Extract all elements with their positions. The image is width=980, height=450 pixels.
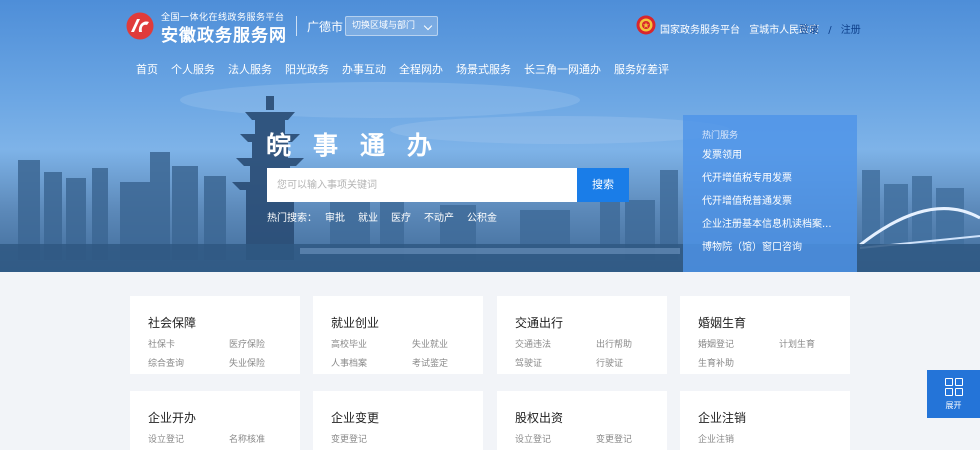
hot-search: 热门搜索： 审批 就业 医疗 不动产 公积金: [267, 209, 510, 224]
card-link[interactable]: 企业注销: [698, 432, 779, 445]
card-link[interactable]: 设立登记: [148, 432, 229, 445]
card-link[interactable]: 综合查询: [148, 356, 229, 369]
nav-item-home[interactable]: 首页: [136, 61, 158, 77]
nav-item-personal[interactable]: 个人服务: [171, 61, 215, 77]
card-link[interactable]: 名称核准: [229, 432, 299, 445]
card-link[interactable]: 驾驶证: [515, 356, 596, 369]
hot-service-item[interactable]: 博物院（馆）窗口咨询: [702, 236, 857, 259]
current-city: 广德市: [307, 20, 344, 34]
site-header: 全国一体化在线政务服务平台 安徽政务服务网 广德市 切换区域与部门 国家政务服务…: [0, 0, 980, 46]
card-business-start[interactable]: 企业开办 设立登记 名称核准: [130, 391, 300, 450]
card-link[interactable]: 高校毕业: [331, 337, 412, 350]
hot-service-item[interactable]: 企业注册基本信息机读档案...: [702, 213, 857, 236]
card-link[interactable]: 出行帮助: [596, 337, 666, 350]
card-transport[interactable]: 交通出行 交通违法 出行帮助 驾驶证 行驶证: [497, 296, 667, 374]
hot-term-approval[interactable]: 审批: [325, 209, 345, 224]
card-link[interactable]: 失业就业: [412, 337, 482, 350]
card-title[interactable]: 社会保障: [148, 314, 300, 331]
nav-item-online[interactable]: 全程网办: [399, 61, 443, 77]
card-equity[interactable]: 股权出资 设立登记 变更登记: [497, 391, 667, 450]
hot-term-real-estate[interactable]: 不动产: [424, 209, 454, 224]
card-title[interactable]: 就业创业: [331, 314, 483, 331]
card-business-change[interactable]: 企业变更 变更登记: [313, 391, 483, 450]
card-title[interactable]: 交通出行: [515, 314, 667, 331]
hero-slogan: 皖事通办: [266, 131, 455, 160]
nav-item-open-gov[interactable]: 阳光政务: [285, 61, 329, 77]
nav-item-yangtze-delta[interactable]: 长三角一网通办: [524, 61, 601, 77]
expand-label: 展开: [945, 401, 962, 410]
header-divider: [296, 16, 297, 36]
auth-separator: /: [828, 25, 832, 36]
card-title[interactable]: 股权出资: [515, 409, 667, 426]
card-social-security[interactable]: 社会保障 社保卡 医疗保险 综合查询 失业保险: [130, 296, 300, 374]
search-input[interactable]: [267, 168, 577, 202]
chevron-down-icon: [423, 21, 433, 31]
card-employment[interactable]: 就业创业 高校毕业 失业就业 人事档案 考试鉴定: [313, 296, 483, 374]
card-link[interactable]: 设立登记: [515, 432, 596, 445]
card-link[interactable]: 变更登记: [596, 432, 666, 445]
anhui-gov-logo-icon[interactable]: [124, 12, 156, 40]
search-button[interactable]: 搜索: [577, 168, 629, 202]
auth-links: 登录 / 注册: [799, 21, 867, 36]
expand-float-button[interactable]: 展开: [927, 370, 980, 418]
login-link[interactable]: 登录: [799, 25, 819, 36]
link-national-platform[interactable]: 国家政务服务平台: [660, 25, 740, 36]
card-link[interactable]: 生育补助: [698, 356, 779, 369]
register-link[interactable]: 注册: [841, 25, 861, 36]
card-link[interactable]: 变更登记: [331, 432, 412, 445]
region-switch-label: 切换区域与部门: [352, 21, 416, 31]
hot-service-item[interactable]: 代开增值税普通发票: [702, 190, 857, 213]
hot-search-label: 热门搜索：: [267, 213, 317, 224]
card-title[interactable]: 企业变更: [331, 409, 483, 426]
hot-term-employment[interactable]: 就业: [358, 209, 378, 224]
nav-item-rating[interactable]: 服务好差评: [614, 61, 669, 77]
nav-item-legal[interactable]: 法人服务: [228, 61, 272, 77]
grid-icon: [944, 378, 963, 396]
card-link[interactable]: 行驶证: [596, 356, 666, 369]
card-link[interactable]: 人事档案: [331, 356, 412, 369]
hot-term-medical[interactable]: 医疗: [391, 209, 411, 224]
nav-item-scenario[interactable]: 场景式服务: [456, 61, 511, 77]
card-link[interactable]: 计划生育: [779, 337, 849, 350]
card-link[interactable]: 医疗保险: [229, 337, 299, 350]
hot-service-item[interactable]: 代开增值税专用发票: [702, 167, 857, 190]
card-title[interactable]: 企业开办: [148, 409, 300, 426]
card-title[interactable]: 婚姻生育: [698, 314, 850, 331]
card-link[interactable]: 婚姻登记: [698, 337, 779, 350]
hot-service-item[interactable]: 发票领用: [702, 144, 857, 167]
card-marriage-birth[interactable]: 婚姻生育 婚姻登记 计划生育 生育补助: [680, 296, 850, 374]
nav-item-interaction[interactable]: 办事互动: [342, 61, 386, 77]
card-link[interactable]: 考试鉴定: [412, 356, 482, 369]
hot-services-panel: 热门服务 发票领用 代开增值税专用发票 代开增值税普通发票 企业注册基本信息机读…: [683, 115, 857, 272]
card-business-close[interactable]: 企业注销 企业注销: [680, 391, 850, 450]
card-link[interactable]: 失业保险: [229, 356, 299, 369]
brand-title[interactable]: 安徽政务服务网: [161, 21, 287, 46]
hot-services-title: 热门服务: [702, 131, 739, 141]
national-emblem-icon: [636, 15, 656, 35]
card-link[interactable]: 交通违法: [515, 337, 596, 350]
card-link[interactable]: 社保卡: [148, 337, 229, 350]
region-switch-dropdown[interactable]: 切换区域与部门: [345, 16, 438, 36]
main-nav: 首页 个人服务 法人服务 阳光政务 办事互动 全程网办 场景式服务 长三角一网通…: [136, 61, 682, 77]
hot-term-housing-fund[interactable]: 公积金: [467, 209, 497, 224]
card-title[interactable]: 企业注销: [698, 409, 850, 426]
